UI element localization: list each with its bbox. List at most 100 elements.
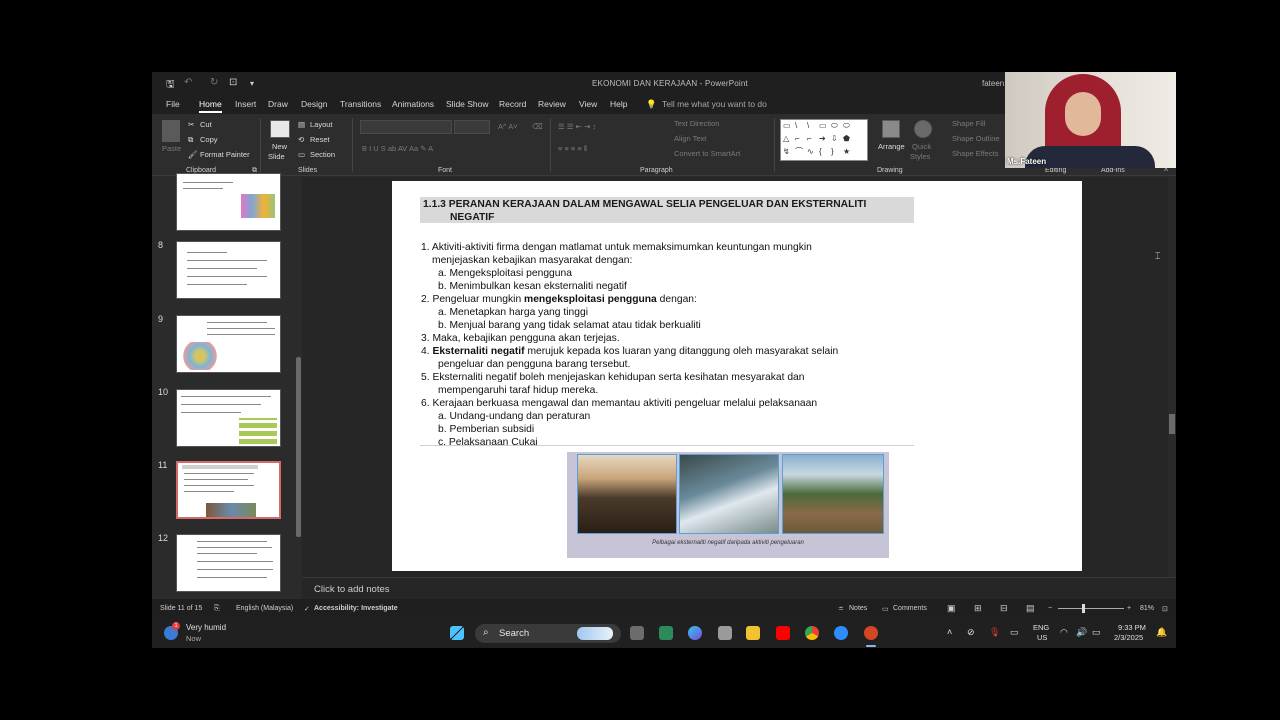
battery-icon[interactable]: ▭ — [1092, 627, 1101, 638]
font-size-select[interactable] — [454, 120, 490, 134]
clock-time[interactable]: 9:33 PM — [1118, 623, 1146, 632]
chrome-icon[interactable] — [805, 626, 819, 640]
zoom-app-icon[interactable] — [834, 626, 848, 640]
taskbar-search[interactable]: ⌕ Search — [475, 624, 621, 643]
quick-styles-button-line2[interactable]: Styles — [910, 152, 930, 161]
youtube-icon[interactable] — [776, 626, 790, 640]
input-language[interactable]: ENG — [1033, 623, 1049, 632]
clear-format-icon[interactable]: ⌫ — [532, 122, 543, 131]
new-slide-button[interactable]: New — [272, 142, 287, 151]
reading-view-icon[interactable]: ⊟ — [1000, 603, 1008, 614]
notifications-icon[interactable]: 🔔 — [1156, 627, 1167, 638]
shapes-gallery[interactable]: ▭ \ \ ▭ ⬭ ⬭ △ ⌐ ⌐ ➔ ⇩ ⬟ ↯ ⌒ ∿{} ★ — [780, 119, 868, 161]
zoom-slider[interactable] — [1058, 608, 1124, 609]
slide-thumbnail-selected[interactable] — [176, 461, 281, 519]
arrange-button[interactable]: Arrange — [878, 142, 905, 151]
snipping-tool-icon[interactable] — [659, 626, 673, 640]
undo-icon[interactable]: ↶ — [184, 77, 192, 88]
zoom-in-icon[interactable]: + — [1127, 605, 1131, 612]
microphone-icon[interactable]: 🎙 — [989, 627, 1000, 638]
slide-thumbnail[interactable] — [176, 389, 281, 447]
file-explorer-icon[interactable] — [746, 626, 760, 640]
tab-review[interactable]: Review — [538, 99, 566, 109]
section-button[interactable]: Section — [310, 150, 335, 159]
slideshow-view-icon[interactable]: ▤ — [1026, 603, 1035, 614]
clock-date[interactable]: 2/3/2025 — [1114, 633, 1143, 642]
notes-placeholder[interactable]: Click to add notes — [314, 584, 390, 595]
collapse-ribbon-icon[interactable]: ˄ — [1164, 167, 1168, 174]
tab-view[interactable]: View — [579, 99, 597, 109]
weather-text[interactable]: Very humid — [186, 623, 226, 632]
accessibility-status[interactable]: Accessibility: Investigate — [314, 605, 398, 612]
paste-icon[interactable] — [162, 120, 180, 142]
windows-start-icon[interactable] — [450, 626, 464, 640]
shape-outline-button[interactable]: Shape Outline — [952, 134, 1000, 143]
font-style-icons[interactable]: B I U S ab AV Aa ✎ A — [362, 144, 433, 153]
slide-thumbnail[interactable] — [176, 173, 281, 231]
tab-animations[interactable]: Animations — [392, 99, 434, 109]
slide-thumbnail[interactable] — [176, 241, 281, 299]
volume-icon[interactable]: 🔊 — [1076, 627, 1087, 638]
powerpoint-icon[interactable] — [864, 626, 878, 640]
quick-styles-icon[interactable] — [914, 120, 932, 138]
shape-fill-button[interactable]: Shape Fill — [952, 119, 985, 128]
input-region[interactable]: US — [1037, 633, 1047, 642]
slide-sorter-icon[interactable]: ⊞ — [974, 603, 982, 614]
slide-title[interactable]: 1.1.3 PERANAN KERAJAAN DALAM MENGAWAL SE… — [420, 197, 914, 223]
slide-scrollbar[interactable] — [1168, 177, 1176, 577]
copilot-icon[interactable] — [688, 626, 702, 640]
slide-scroll-thumb[interactable] — [1169, 414, 1175, 434]
convert-smartart-button[interactable]: Convert to SmartArt — [674, 149, 740, 158]
tab-transitions[interactable]: Transitions — [340, 99, 381, 109]
image-strip[interactable]: Pelbagai eksternaliti negatif daripada a… — [567, 452, 889, 558]
tell-me-box[interactable]: Tell me what you want to do — [662, 99, 767, 109]
shape-effects-button[interactable]: Shape Effects — [952, 149, 999, 158]
slide-thumbnail[interactable] — [176, 315, 281, 373]
present-icon[interactable]: ⊡ — [229, 77, 237, 88]
user-name[interactable]: fateen — [982, 79, 1004, 88]
tab-draw[interactable]: Draw — [268, 99, 288, 109]
customize-qat-icon[interactable]: ▾ — [250, 79, 254, 88]
tab-insert[interactable]: Insert — [235, 99, 256, 109]
paste-button[interactable]: Paste — [162, 144, 181, 153]
thumbnail-scrollbar[interactable] — [295, 182, 302, 597]
comments-button[interactable]: Comments — [893, 605, 927, 612]
copy-button[interactable]: Copy — [200, 135, 218, 144]
text-direction-button[interactable]: Text Direction — [674, 119, 719, 128]
task-view-icon[interactable] — [630, 626, 644, 640]
font-name-select[interactable] — [360, 120, 452, 134]
tab-file[interactable]: File — [166, 99, 180, 109]
redo-icon[interactable]: ↻ — [210, 77, 218, 88]
new-slide-button-line2[interactable]: Slide — [268, 152, 285, 161]
new-slide-icon[interactable] — [270, 120, 290, 138]
notes-button[interactable]: Notes — [849, 605, 867, 612]
save-icon[interactable]: 🖫 — [166, 77, 175, 94]
notes-pane[interactable]: Click to add notes — [302, 577, 1176, 599]
align-text-button[interactable]: Align Text — [674, 134, 706, 143]
normal-view-icon[interactable]: ▣ — [947, 603, 956, 614]
list-icons[interactable]: ☰ ☰ ⇤ ⇥ ↕ — [558, 122, 596, 131]
font-grow-icon[interactable]: A^ A˅ — [498, 122, 518, 131]
arrange-icon[interactable] — [882, 120, 900, 138]
tab-design[interactable]: Design — [301, 99, 327, 109]
tab-record[interactable]: Record — [499, 99, 526, 109]
thumbnail-scroll-thumb[interactable] — [296, 357, 301, 537]
format-painter-button[interactable]: Format Painter — [200, 150, 250, 159]
tab-home[interactable]: Home — [199, 99, 222, 113]
zoom-slider-thumb[interactable] — [1082, 604, 1085, 613]
quick-styles-button[interactable]: Quick — [912, 142, 931, 151]
wifi-icon[interactable]: ◠ — [1060, 627, 1068, 638]
tab-help[interactable]: Help — [610, 99, 627, 109]
fit-slide-icon[interactable]: ⊡ — [1162, 605, 1168, 613]
align-icons[interactable]: ≡ ≡ ≡ ≡ ⫴ — [558, 144, 587, 154]
cut-button[interactable]: Cut — [200, 120, 212, 129]
network-off-icon[interactable]: ⊘ — [967, 627, 975, 638]
slide-canvas[interactable]: 1.1.3 PERANAN KERAJAAN DALAM MENGAWAL SE… — [392, 181, 1082, 571]
spelling-icon[interactable]: ⎘ — [214, 605, 220, 613]
zoom-out-icon[interactable]: − — [1048, 605, 1052, 612]
slide-thumbnail[interactable] — [176, 534, 281, 592]
device-icon[interactable]: ▭ — [1010, 627, 1019, 638]
zoom-level[interactable]: 81% — [1140, 605, 1154, 612]
reset-button[interactable]: Reset — [310, 135, 330, 144]
language-status[interactable]: English (Malaysia) — [236, 605, 293, 612]
